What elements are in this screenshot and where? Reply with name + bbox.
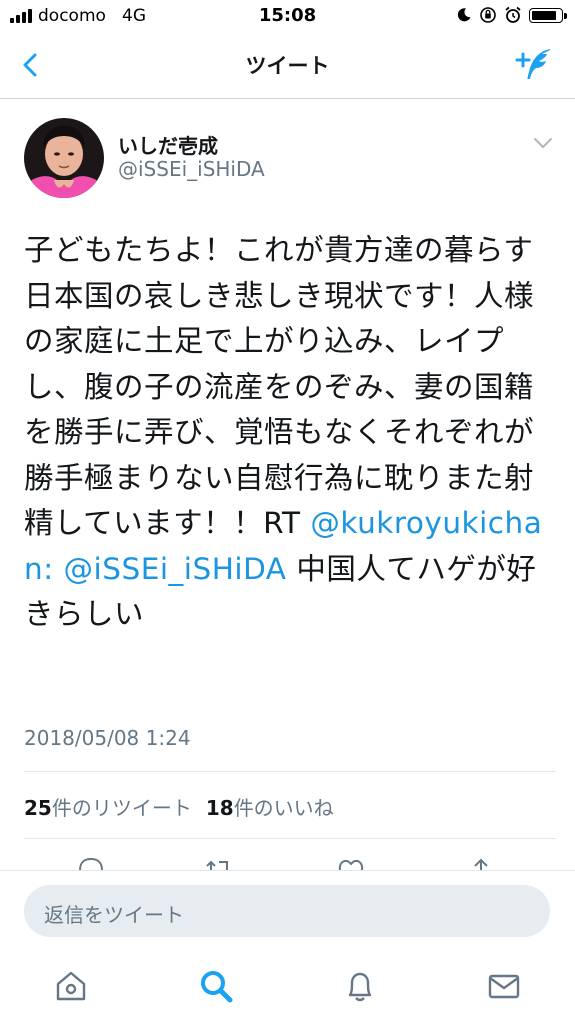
avatar-image xyxy=(24,118,104,198)
page-title: ツイート xyxy=(245,54,330,78)
search-icon[interactable] xyxy=(198,968,234,1004)
alarm-icon xyxy=(505,6,521,23)
tweet-text-main: 子どもたちよ！これが貴方達の暮らす日本国の哀しき悲しき現状です！人様の家庭に土足… xyxy=(24,233,535,540)
battery-icon xyxy=(529,7,567,23)
do-not-disturb-icon xyxy=(457,8,471,22)
orientation-lock-icon xyxy=(480,7,496,23)
nav-bar: ツイート xyxy=(0,34,575,99)
divider xyxy=(24,771,556,772)
tab-bar xyxy=(0,958,575,1024)
notifications-icon[interactable] xyxy=(342,968,378,1004)
retweet-icon[interactable] xyxy=(204,856,234,870)
reply-area: 返信をツイート xyxy=(0,870,575,959)
status-icons xyxy=(456,6,567,24)
retweet-count[interactable]: 25 xyxy=(24,796,52,820)
home-icon[interactable] xyxy=(53,968,89,1004)
reply-placeholder: 返信をツイート xyxy=(44,903,184,927)
like-icon[interactable] xyxy=(336,856,366,870)
reply-input[interactable]: 返信をツイート xyxy=(24,885,550,937)
like-count[interactable]: 18 xyxy=(206,796,234,820)
reply-icon[interactable] xyxy=(76,856,106,870)
mention-colon: : xyxy=(43,551,54,586)
mention-link[interactable]: @iSSEi_iSHiDA xyxy=(64,552,287,586)
divider xyxy=(24,838,556,839)
messages-icon[interactable] xyxy=(486,968,522,1004)
like-label[interactable]: 件のいいね xyxy=(234,796,334,820)
status-bar: docomo 4G 15:08 xyxy=(0,0,575,34)
tweet-stats: 25件のリツイート 18件のいいね xyxy=(24,792,334,821)
compose-tweet-icon[interactable] xyxy=(515,46,555,82)
tweet-timestamp: 2018/05/08 1:24 xyxy=(24,726,191,750)
battery-level xyxy=(532,10,556,20)
share-icon[interactable] xyxy=(466,856,496,870)
tweet-text: 子どもたちよ！これが貴方達の暮らす日本国の哀しき悲しき現状です！人様の家庭に土足… xyxy=(24,228,556,638)
retweet-label[interactable]: 件のリツイート xyxy=(52,796,192,820)
display-name[interactable]: いしだ壱成 xyxy=(118,130,218,159)
chevron-down-icon[interactable] xyxy=(532,134,554,152)
user-handle[interactable]: @iSSEi_iSHiDA xyxy=(118,157,265,181)
avatar[interactable] xyxy=(24,118,104,198)
